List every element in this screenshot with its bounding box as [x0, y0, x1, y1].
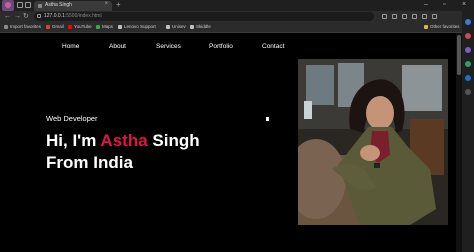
tab-close-icon[interactable]: × [104, 1, 108, 7]
hero-first-name: Astha [100, 131, 148, 150]
workspaces-icon[interactable] [17, 2, 23, 8]
settings-menu-icon[interactable] [432, 14, 437, 19]
browser-sidebar [462, 11, 474, 252]
hero-subtitle: Web Developer [46, 114, 98, 123]
favorites-bar: Import favorites Gmail YouTube Maps Leno… [0, 22, 474, 33]
tab-active[interactable]: Astha Singh × [34, 1, 112, 11]
hero-greeting: Hi, I'm [46, 131, 101, 150]
other-favorites-label: Other favorites [430, 24, 460, 29]
tab-actions-icon[interactable] [25, 2, 31, 8]
other-favorites[interactable]: Other favorites [424, 23, 460, 31]
bookmark-label: YouTube [74, 24, 92, 29]
maximize-icon[interactable]: ▫ [443, 0, 445, 10]
bookmark-maps[interactable]: Maps [96, 23, 113, 31]
nav-home[interactable]: Home [62, 43, 79, 50]
mouse-cursor-icon [266, 117, 269, 121]
tab-title: Astha Singh [45, 2, 72, 8]
hero-heading-line1: Hi, I'm Astha Singh [46, 130, 200, 152]
nav-services[interactable]: Services [156, 43, 181, 50]
lenovo-icon [118, 24, 122, 29]
tools-icon[interactable] [465, 33, 471, 39]
office-icon[interactable] [465, 61, 471, 67]
youtube-icon [68, 24, 72, 29]
address-bar-row: ← → ↻ 127.0.0.1:5500/index.html [0, 11, 474, 22]
page-scrollbar[interactable] [456, 33, 462, 252]
collections-icon[interactable] [412, 14, 417, 19]
search-icon[interactable] [465, 19, 471, 25]
bookmark-unisev[interactable]: Unisev [166, 23, 186, 31]
page-icon [190, 24, 194, 29]
bookmark-lenovo-support[interactable]: Lenovo Support [118, 23, 156, 31]
hero-heading-line2: From India [46, 153, 133, 172]
split-screen-icon[interactable] [392, 14, 397, 19]
bookmark-label: Maps [102, 24, 114, 29]
bookmark-gmail[interactable]: Gmail [46, 23, 64, 31]
url-host: 127.0.0.1 [44, 13, 65, 19]
bookmark-label: Gmail [52, 24, 64, 29]
games-icon[interactable] [465, 47, 471, 53]
extensions-icon[interactable] [402, 14, 407, 19]
bookmark-skiddle[interactable]: Skiddle [190, 23, 211, 31]
close-window-icon[interactable]: × [462, 0, 466, 10]
favorites-star-icon[interactable] [382, 14, 387, 19]
minimize-icon[interactable]: – [424, 0, 428, 10]
forward-icon[interactable]: → [14, 12, 21, 21]
portrait-image [298, 59, 448, 225]
bookmark-youtube[interactable]: YouTube [68, 23, 92, 31]
bookmark-import[interactable]: Import favorites [4, 23, 41, 31]
page-icon [166, 24, 170, 29]
bookmark-label: Skiddle [196, 24, 211, 29]
tab-bar: Astha Singh × + – ▫ × [0, 0, 474, 11]
page-content: Home About Services Portfolio Contact We… [0, 33, 456, 252]
address-input[interactable]: 127.0.0.1:5500/index.html [34, 12, 374, 21]
outlook-icon[interactable] [465, 75, 471, 81]
profile-avatar[interactable] [2, 0, 14, 11]
maps-icon [96, 24, 100, 29]
bookmark-label: Unisev [172, 24, 186, 29]
back-icon[interactable]: ← [4, 12, 11, 21]
nav-portfolio[interactable]: Portfolio [209, 43, 233, 50]
bookmark-label: Import favorites [10, 24, 42, 29]
import-icon [4, 24, 8, 29]
nav-about[interactable]: About [109, 43, 126, 50]
profile-photo [298, 59, 448, 225]
browser-essentials-icon[interactable] [422, 14, 427, 19]
hero-last-name: Singh [147, 131, 200, 150]
scrollbar-thumb[interactable] [457, 35, 461, 75]
folder-icon [424, 24, 428, 29]
new-tab-button[interactable]: + [116, 0, 121, 10]
url-path: :5500/index.html [64, 13, 102, 19]
add-sidebar-app-icon[interactable] [465, 89, 471, 95]
nav-contact[interactable]: Contact [262, 43, 284, 50]
url-text: 127.0.0.1:5500/index.html [44, 13, 102, 19]
avatar-icon [5, 2, 11, 8]
tab-favicon-icon [38, 4, 42, 8]
bookmark-label: Lenovo Support [124, 24, 156, 29]
site-info-icon[interactable] [37, 14, 41, 18]
hero-heading: Hi, I'm Astha Singh From India [46, 130, 200, 174]
refresh-icon[interactable]: ↻ [23, 12, 29, 21]
gmail-icon [46, 24, 50, 29]
